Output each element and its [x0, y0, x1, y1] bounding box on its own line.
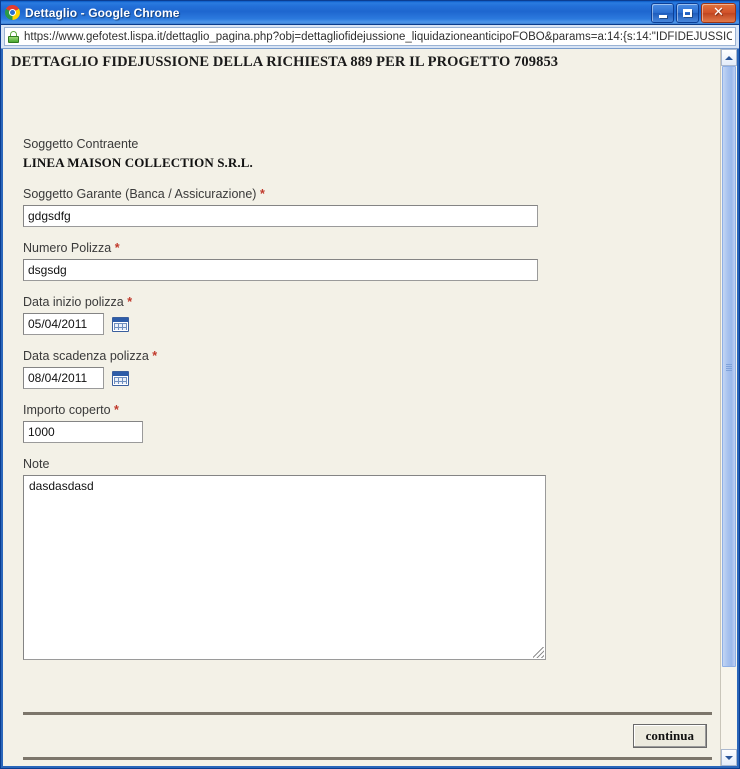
data-inizio-input[interactable] [23, 313, 104, 335]
form-footer: continua [3, 712, 720, 760]
fidejussione-form: Soggetto Contraente LINEA MAISON COLLECT… [3, 71, 720, 665]
soggetto-garante-input[interactable] [23, 205, 538, 227]
field-note: Note [23, 457, 720, 665]
soggetto-garante-label: Soggetto Garante (Banca / Assicurazione)… [23, 187, 720, 201]
required-asterisk: * [114, 241, 120, 255]
data-scadenza-row [23, 367, 720, 389]
calendar-icon[interactable] [112, 370, 129, 386]
scrollbar-thumb[interactable] [722, 66, 736, 668]
scrollbar-grip-icon [726, 363, 732, 371]
data-scadenza-input[interactable] [23, 367, 104, 389]
window-controls: ✕ [651, 3, 736, 23]
maximize-icon [683, 9, 692, 17]
padlock-secure-icon [8, 30, 19, 43]
numero-polizza-input[interactable] [23, 259, 538, 281]
close-button[interactable]: ✕ [701, 3, 736, 23]
note-label: Note [23, 457, 50, 471]
importo-coperto-label-text: Importo coperto [23, 403, 111, 417]
chrome-logo-icon [5, 5, 20, 20]
scrollbar-track[interactable] [721, 66, 737, 749]
importo-coperto-input[interactable] [23, 421, 143, 443]
data-scadenza-label-text: Data scadenza polizza [23, 349, 149, 363]
soggetto-garante-label-text: Soggetto Garante (Banca / Assicurazione) [23, 187, 257, 201]
data-scadenza-label: Data scadenza polizza * [23, 349, 720, 363]
maximize-button[interactable] [676, 3, 699, 23]
address-bar: https://www.gefotest.lispa.it/dettaglio_… [1, 25, 739, 49]
field-data-scadenza-polizza: Data scadenza polizza * [23, 349, 720, 389]
note-textarea-wrapper [23, 475, 546, 660]
field-data-inizio-polizza: Data inizio polizza * [23, 295, 720, 335]
minimize-button[interactable] [651, 3, 674, 23]
continue-button[interactable]: continua [632, 724, 707, 748]
scroll-up-button[interactable] [721, 49, 737, 66]
url-text: https://www.gefotest.lispa.it/dettaglio_… [24, 30, 732, 43]
browser-window: Dettaglio - Google Chrome ✕ https://www.… [0, 0, 740, 769]
page-content: DETTAGLIO FIDEJUSSIONE DELLA RICHIESTA 8… [3, 49, 720, 766]
soggetto-contraente-label: Soggetto Contraente [23, 137, 139, 151]
chevron-down-icon [725, 755, 733, 760]
divider-bottom [23, 757, 712, 760]
field-soggetto-garante: Soggetto Garante (Banca / Assicurazione)… [23, 187, 720, 227]
data-inizio-label-text: Data inizio polizza [23, 295, 124, 309]
soggetto-contraente-value: LINEA MAISON COLLECTION S.R.L. [23, 155, 253, 170]
url-input[interactable]: https://www.gefotest.lispa.it/dettaglio_… [4, 27, 736, 46]
footer-rule-bottom-wrap [3, 757, 720, 760]
importo-coperto-label: Importo coperto * [23, 403, 720, 417]
chevron-up-icon [725, 55, 733, 60]
numero-polizza-label: Numero Polizza * [23, 241, 720, 255]
calendar-icon[interactable] [112, 316, 129, 332]
window-title: Dettaglio - Google Chrome [25, 5, 180, 20]
browser-viewport: DETTAGLIO FIDEJUSSIONE DELLA RICHIESTA 8… [1, 49, 739, 768]
page-title: DETTAGLIO FIDEJUSSIONE DELLA RICHIESTA 8… [11, 54, 559, 70]
required-asterisk: * [114, 403, 119, 417]
field-numero-polizza: Numero Polizza * [23, 241, 720, 281]
field-soggetto-contraente: Soggetto Contraente LINEA MAISON COLLECT… [23, 137, 720, 171]
close-icon: ✕ [713, 4, 724, 20]
data-inizio-row [23, 313, 720, 335]
data-inizio-label: Data inizio polizza * [23, 295, 720, 309]
numero-polizza-label-text: Numero Polizza [23, 241, 112, 255]
field-importo-coperto: Importo coperto * [23, 403, 720, 443]
required-asterisk: * [127, 295, 133, 309]
footer-button-row: continua [3, 715, 720, 757]
scroll-down-button[interactable] [721, 749, 737, 766]
vertical-scrollbar[interactable] [720, 49, 737, 766]
note-textarea[interactable] [23, 475, 546, 660]
required-asterisk: * [259, 187, 265, 201]
minimize-icon [658, 14, 667, 18]
title-bar: Dettaglio - Google Chrome ✕ [1, 1, 739, 25]
required-asterisk: * [152, 349, 158, 363]
